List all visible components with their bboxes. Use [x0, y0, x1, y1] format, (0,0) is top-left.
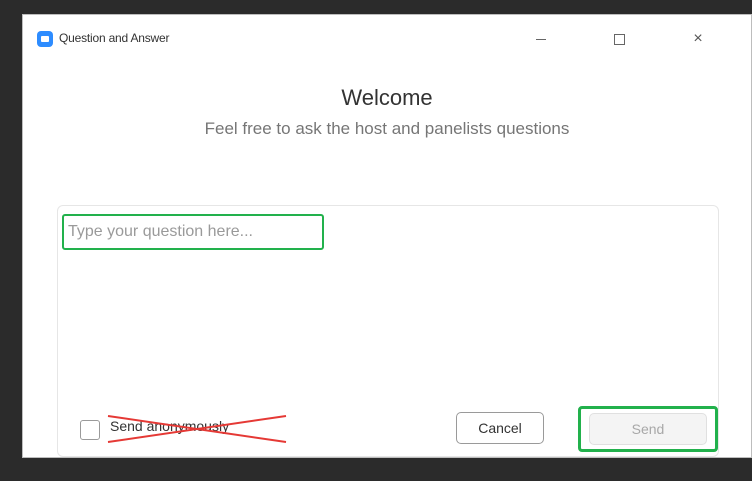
minimize-button[interactable]	[526, 25, 556, 53]
title-bar: Question and Answer ×	[23, 15, 751, 63]
send-button[interactable]: Send	[589, 413, 707, 445]
window-title: Question and Answer	[59, 31, 170, 45]
zoom-logo-icon	[37, 31, 53, 47]
qa-window: Question and Answer × Welcome Feel free …	[22, 14, 752, 458]
question-compose-box: Send anonymously Cancel Send	[57, 205, 719, 457]
question-input[interactable]	[62, 214, 324, 250]
send-button-highlight: Send	[578, 406, 718, 452]
close-icon: ×	[693, 30, 703, 47]
maximize-icon	[613, 33, 625, 45]
cancel-button[interactable]: Cancel	[456, 412, 544, 444]
minimize-icon	[536, 38, 546, 40]
welcome-heading: Welcome	[341, 85, 433, 110]
close-button[interactable]: ×	[683, 25, 713, 53]
maximize-button[interactable]	[604, 25, 634, 53]
send-anonymously-label: Send anonymously	[110, 418, 230, 434]
welcome-subtitle: Feel free to ask the host and panelists …	[204, 119, 570, 138]
send-anonymously-checkbox[interactable]	[80, 420, 100, 440]
